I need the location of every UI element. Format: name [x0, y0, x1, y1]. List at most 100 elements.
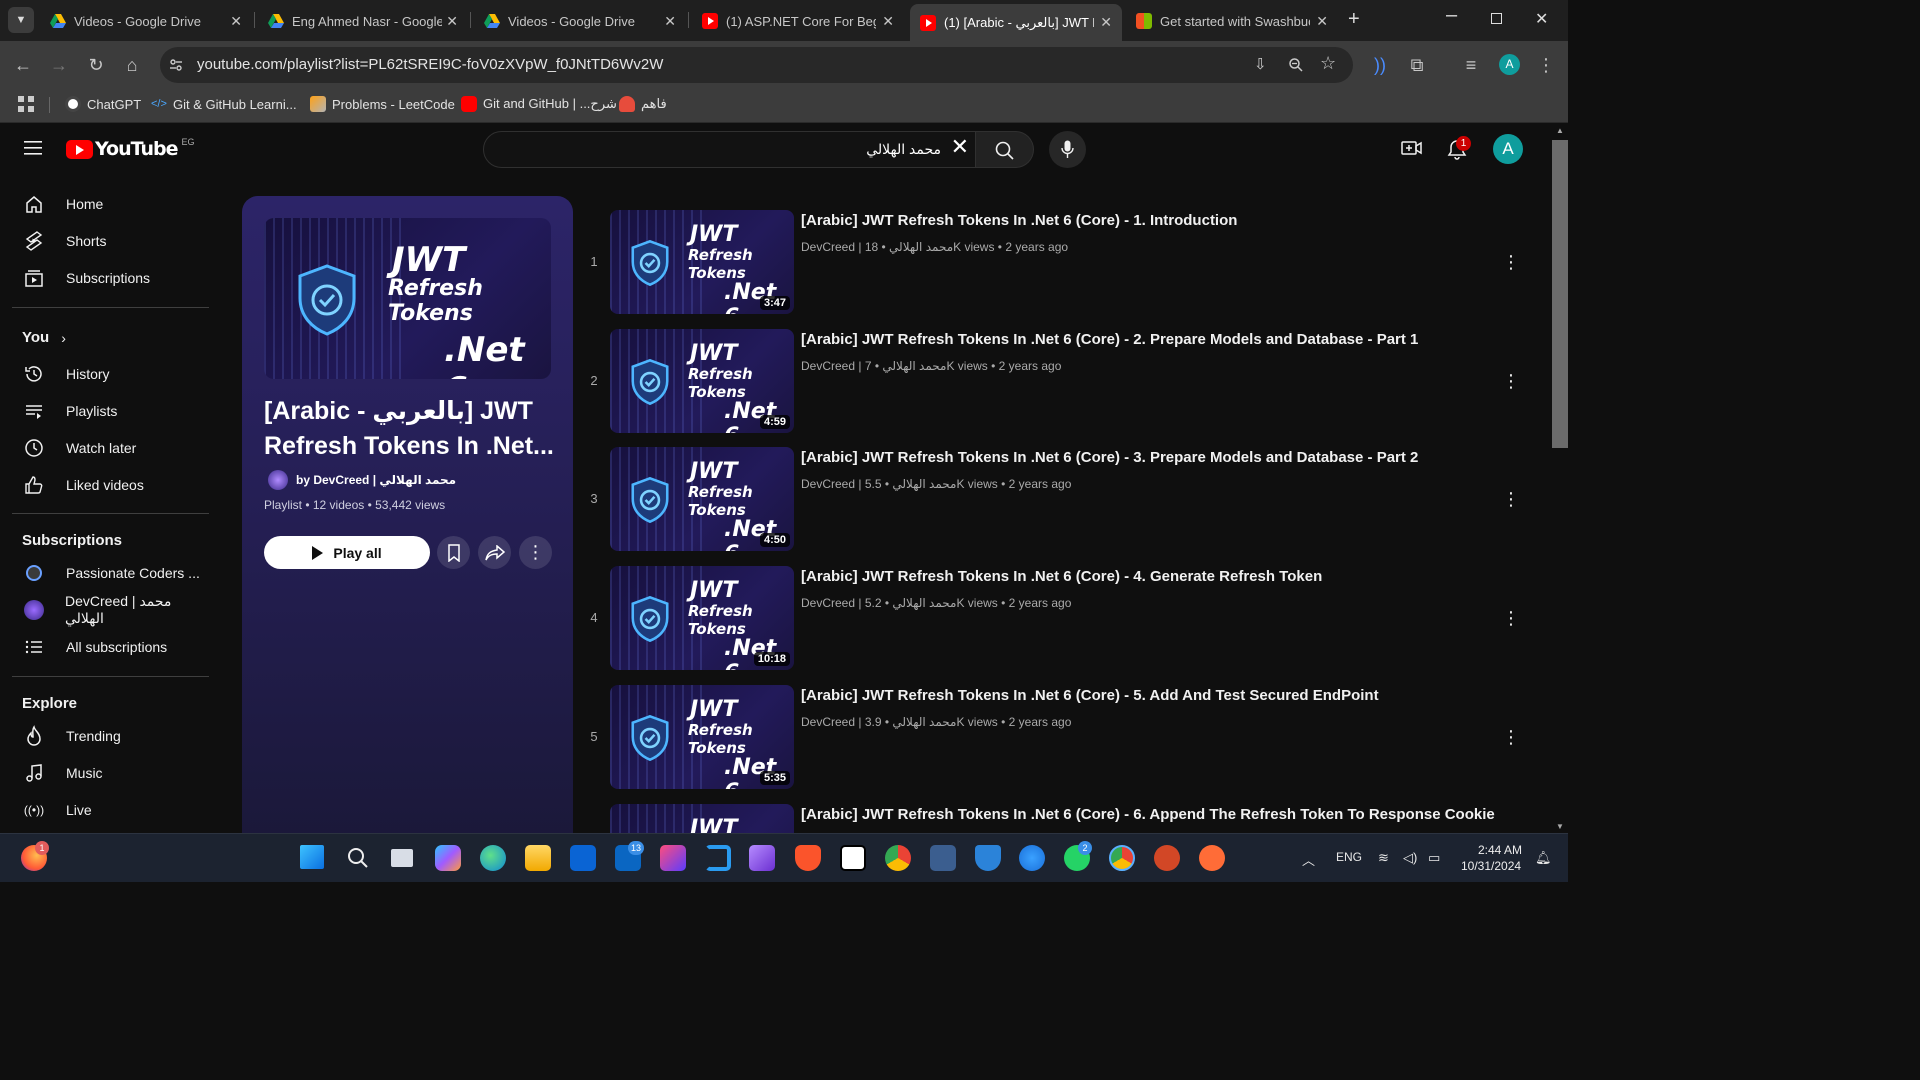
video-title[interactable]: [Arabic] JWT Refresh Tokens In .Net 6 (C…	[801, 449, 1418, 466]
visual-studio-icon[interactable]	[749, 845, 775, 871]
sidebar-item-liked-videos[interactable]: Liked videos	[12, 466, 208, 503]
tab-search-button[interactable]: ▼	[8, 7, 34, 33]
wifi-icon[interactable]: ≋	[1378, 850, 1389, 866]
outlook-icon[interactable]	[570, 845, 596, 871]
hamburger-menu-icon[interactable]	[24, 140, 42, 156]
share-button[interactable]	[478, 536, 511, 569]
task-view-icon[interactable]	[391, 849, 413, 867]
scrollbar-thumb[interactable]	[1552, 140, 1568, 448]
zoom-icon[interactable]	[1288, 57, 1304, 73]
create-video-icon[interactable]	[1401, 139, 1422, 157]
defender-icon[interactable]	[975, 845, 1001, 871]
tab-aspnet-core[interactable]: (1) ASP.NET Core For Begin ✕	[692, 6, 904, 36]
video-menu-icon[interactable]: ⋮	[1502, 727, 1520, 751]
chrome-profile-icon[interactable]	[1109, 845, 1135, 871]
play-all-button[interactable]: Play all	[264, 536, 430, 569]
chevron-up-icon[interactable]: ︿	[1302, 850, 1315, 869]
forward-icon[interactable]: →	[47, 53, 71, 77]
video-thumbnail[interactable]: JWT Refresh Tokens .Net 6 4:50	[610, 447, 794, 551]
address-bar[interactable]: youtube.com/playlist?list=PL62tSREI9C-fo…	[160, 47, 1353, 83]
video-title[interactable]: [Arabic] JWT Refresh Tokens In .Net 6 (C…	[801, 212, 1237, 229]
voice-search-button[interactable]	[1049, 131, 1086, 168]
reload-icon[interactable]: ↻	[84, 53, 108, 77]
sidebar-you-heading[interactable]: You ›	[22, 329, 66, 346]
video-title[interactable]: [Arabic] JWT Refresh Tokens In .Net 6 (C…	[801, 568, 1322, 585]
search-input[interactable]: محمد الهلالي	[866, 141, 941, 158]
sidebar-item-devcreed[interactable]: DevCreed | محمد الهلالي	[12, 591, 208, 628]
video-thumbnail[interactable]: JWT Refresh Tokens .Net 6 10:18	[610, 566, 794, 670]
close-icon[interactable]: ✕	[1100, 14, 1112, 31]
sidebar-item-playlists[interactable]: Playlists	[12, 392, 208, 429]
account-avatar[interactable]: A	[1493, 134, 1523, 164]
apps-grid-icon[interactable]	[18, 96, 34, 112]
bookmark-git-github-video[interactable]: Git and GitHub | ...شرح	[461, 96, 617, 112]
video-thumbnail[interactable]: JWT Refresh Tokens .Net 6 5:35	[610, 685, 794, 789]
sidebar-item-trending[interactable]: Trending	[12, 717, 208, 754]
safari-icon[interactable]	[1019, 845, 1045, 871]
sidebar-item-passionate-coders[interactable]: Passionate Coders ...	[12, 554, 208, 591]
bookmark-fahem[interactable]: فاهم	[619, 96, 667, 112]
bookmark-leetcode[interactable]: Problems - LeetCode	[310, 96, 455, 112]
close-icon[interactable]: ✕	[446, 13, 458, 30]
tab-swashbuckle[interactable]: Get started with Swashbuc ✕	[1126, 6, 1338, 36]
tab-videos-drive-1[interactable]: Videos - Google Drive ✕	[40, 6, 252, 36]
tab-jwt-playlist-active[interactable]: (1) [Arabic - بالعربي] JWT R ✕	[910, 4, 1122, 41]
youtube-logo[interactable]: YouTube EG	[66, 137, 195, 160]
copilot-icon[interactable]	[435, 845, 461, 871]
sidebar-item-subscriptions[interactable]: Subscriptions	[12, 259, 208, 296]
close-icon[interactable]: ✕	[664, 13, 676, 30]
scroll-down-arrow-icon[interactable]: ▼	[1556, 822, 1564, 831]
tab-eng-ahmed-nasr[interactable]: Eng Ahmed Nasr - Google ✕	[258, 6, 468, 36]
powerpoint-icon[interactable]	[1154, 845, 1180, 871]
sidebar-item-history[interactable]: History	[12, 355, 208, 392]
search-icon[interactable]	[345, 845, 371, 871]
sidebar-item-live[interactable]: ((•)) Live	[12, 791, 208, 828]
video-title[interactable]: [Arabic] JWT Refresh Tokens In .Net 6 (C…	[801, 806, 1495, 823]
more-actions-button[interactable]: ⋮	[519, 536, 552, 569]
extension-wave-icon[interactable]: ))	[1368, 53, 1392, 77]
tab-videos-drive-2[interactable]: Videos - Google Drive ✕	[474, 6, 686, 36]
playlist-video-row[interactable]: 5 JWT Refresh Tokens .Net 6 5:35 [Arabic…	[584, 685, 1534, 795]
close-icon[interactable]: ✕	[230, 13, 242, 30]
restore-button[interactable]	[1491, 13, 1502, 24]
search-box[interactable]: محمد الهلالي ✕	[483, 131, 976, 168]
postman-icon[interactable]	[1199, 845, 1225, 871]
sidebar-item-watch-later[interactable]: Watch later	[12, 429, 208, 466]
video-menu-icon[interactable]: ⋮	[1502, 608, 1520, 632]
playlist-video-row[interactable]: 3 JWT Refresh Tokens .Net 6 4:50 [Arabic…	[584, 447, 1534, 557]
video-title[interactable]: [Arabic] JWT Refresh Tokens In .Net 6 (C…	[801, 331, 1418, 348]
sidebar-item-all-subscriptions[interactable]: All subscriptions	[12, 628, 208, 665]
chrome-icon[interactable]	[885, 845, 911, 871]
video-thumbnail[interactable]: JWT Refresh Tokens .Net 6 4:59	[610, 329, 794, 433]
clear-search-icon[interactable]: ✕	[951, 134, 969, 160]
notification-bell-icon[interactable]: 🔔︎	[1535, 850, 1552, 866]
windows-start-icon[interactable]	[300, 845, 324, 869]
snipping-tool-icon[interactable]	[660, 845, 686, 871]
notifications-button[interactable]: 1	[1446, 136, 1471, 160]
close-icon[interactable]: ✕	[882, 13, 894, 30]
clock-time[interactable]: 2:44 AM	[1478, 843, 1522, 857]
sql-server-icon[interactable]	[930, 845, 956, 871]
brave-icon[interactable]	[795, 845, 821, 871]
video-thumbnail[interactable]: JWT	[610, 804, 794, 833]
edge-icon[interactable]	[480, 845, 506, 871]
sidebar-item-home[interactable]: Home	[12, 185, 208, 222]
bookmark-star-icon[interactable]: ☆	[1320, 53, 1336, 74]
back-icon[interactable]: ←	[11, 53, 35, 77]
playlist-video-row[interactable]: 4 JWT Refresh Tokens .Net 6 10:18 [Arabi…	[584, 566, 1534, 676]
playlist-video-row[interactable]: 2 JWT Refresh Tokens .Net 6 4:59 [Arabic…	[584, 329, 1534, 439]
sidebar-item-shorts[interactable]: Shorts	[12, 222, 208, 259]
video-menu-icon[interactable]: ⋮	[1502, 489, 1520, 513]
save-playlist-button[interactable]	[437, 536, 470, 569]
sidebar-item-music[interactable]: Music	[12, 754, 208, 791]
file-explorer-icon[interactable]	[525, 845, 551, 871]
language-indicator[interactable]: ENG	[1336, 850, 1362, 864]
video-menu-icon[interactable]: ⋮	[1502, 371, 1520, 395]
search-button[interactable]	[976, 131, 1034, 168]
video-menu-icon[interactable]: ⋮	[1502, 252, 1520, 276]
browser-menu-icon[interactable]: ⋮	[1534, 53, 1558, 77]
minimize-button[interactable]: –	[1446, 4, 1457, 27]
volume-icon[interactable]: ◁)	[1403, 850, 1417, 866]
playlist-video-row[interactable]: 1 JWT Refresh Tokens .Net 6 3:47 [Arabic…	[584, 210, 1534, 320]
home-icon[interactable]: ⌂	[120, 53, 144, 77]
